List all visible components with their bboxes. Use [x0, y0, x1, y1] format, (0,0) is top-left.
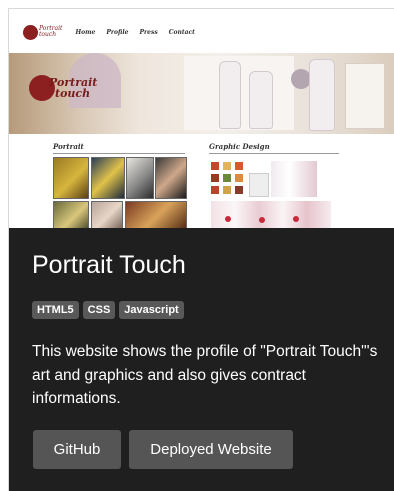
- preview-logo-icon: [23, 24, 38, 40]
- graphic-thumbnail: [235, 162, 243, 170]
- portrait-thumbnail: [91, 201, 123, 228]
- preview-nav-press: Press: [139, 28, 158, 36]
- deployed-website-button[interactable]: Deployed Website: [129, 430, 293, 469]
- preview-navbar: Portrait touch Home Profile Press Contac…: [23, 21, 195, 43]
- graphic-thumbnail: [223, 162, 231, 170]
- project-preview-image: Portrait touch Home Profile Press Contac…: [9, 9, 394, 228]
- graphic-thumbnail: [211, 174, 219, 182]
- tag-css: CSS: [82, 301, 116, 319]
- preview-nav-profile: Profile: [106, 28, 129, 36]
- graphic-thumbnail: [211, 186, 219, 194]
- graphic-thumbnail: [211, 162, 219, 170]
- portrait-thumbnail: [126, 157, 154, 199]
- project-description: This website shows the profile of "Portr…: [32, 343, 378, 407]
- preview-banner: Portrait touch: [9, 53, 394, 134]
- project-title: Portrait Touch: [32, 251, 186, 279]
- portrait-thumbnail: [53, 201, 89, 228]
- graphic-thumbnail: [211, 201, 331, 228]
- graphic-thumbnail: [293, 216, 299, 222]
- banner-product-box: [345, 63, 385, 129]
- graphic-thumbnail: [249, 173, 269, 197]
- portrait-thumbnail: [155, 157, 187, 199]
- graphic-thumbnail: [223, 174, 231, 182]
- portrait-thumbnail: [91, 157, 125, 199]
- tag-html5: HTML5: [32, 301, 79, 319]
- tag-javascript: Javascript: [119, 301, 184, 319]
- graphic-thumbnail: [235, 174, 243, 182]
- preview-logo: Portrait touch: [23, 24, 62, 40]
- preview-portrait-heading: Portrait: [53, 142, 84, 151]
- preview-graphic-heading: Graphic Design: [209, 142, 270, 151]
- banner-logo-line2: touch: [55, 87, 91, 100]
- preview-logo-line2: touch: [39, 31, 57, 38]
- preview-nav-home: Home: [75, 28, 96, 36]
- graphic-thumbnail: [271, 161, 317, 197]
- graphic-thumbnail: [235, 186, 243, 194]
- tech-tags: HTML5 CSS Javascript: [32, 301, 184, 319]
- portrait-thumbnail: [53, 157, 89, 199]
- github-button[interactable]: GitHub: [33, 430, 121, 469]
- banner-bottle: [219, 61, 241, 129]
- graphic-thumbnail: [225, 216, 231, 222]
- banner-bottle: [309, 59, 335, 131]
- banner-bottle: [249, 71, 273, 129]
- preview-nav-contact: Contact: [168, 28, 195, 36]
- banner-logo: Portrait touch: [29, 75, 97, 101]
- preview-nav-links: Home Profile Press Contact: [75, 29, 194, 36]
- graphic-thumbnail: [259, 217, 265, 223]
- preview-divider: [209, 153, 339, 154]
- portrait-thumbnail: [125, 201, 187, 228]
- project-card: Portrait touch Home Profile Press Contac…: [8, 8, 394, 491]
- banner-decor-circle: [291, 69, 311, 89]
- preview-divider: [53, 153, 185, 154]
- graphic-thumbnail: [223, 186, 231, 194]
